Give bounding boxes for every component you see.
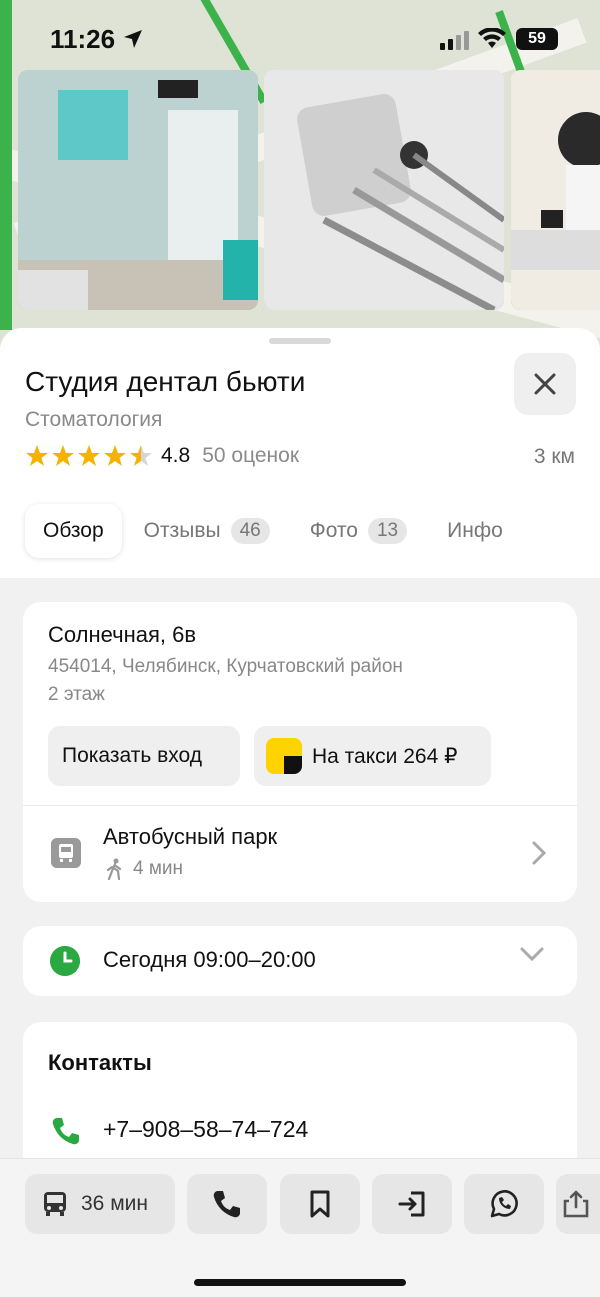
share-button[interactable] [556, 1174, 600, 1234]
location-arrow-icon [124, 30, 142, 48]
cellular-signal-icon [440, 31, 469, 50]
chevron-down-icon[interactable] [519, 946, 545, 962]
place-title: Студия дентал бьюти [25, 366, 306, 397]
tab-reviews[interactable]: Отзывы 46 [126, 504, 288, 558]
tab-photos[interactable]: Фото 13 [292, 504, 425, 558]
person-illustration [511, 70, 600, 310]
rating-value: 4.8 [161, 444, 191, 467]
phone-icon [52, 1118, 79, 1145]
photo-carousel[interactable] [0, 70, 600, 310]
address-card: Солнечная, 6в 454014, Челябинск, Курчато… [23, 602, 577, 902]
photos-count-badge: 13 [367, 518, 408, 544]
hours-card[interactable]: Сегодня 09:00–20:00 [23, 926, 577, 996]
half-star-icon [130, 445, 152, 466]
phone-icon [213, 1191, 240, 1218]
clock-icon [50, 946, 80, 976]
bus-icon [44, 1192, 66, 1216]
walk-time: 4 мин [133, 858, 184, 879]
taxi-button[interactable]: На такси 264 ₽ [254, 726, 491, 786]
share-icon [563, 1190, 589, 1218]
rating-row[interactable]: 4.8 50 оценок [25, 444, 299, 468]
tab-label: Фото [309, 519, 358, 542]
photo-dental-tools[interactable] [264, 70, 504, 310]
walk-time-row: 4 мин [105, 858, 183, 880]
bus-stop-icon [51, 838, 81, 868]
tab-overview[interactable]: Обзор [25, 504, 122, 558]
rating-stars [25, 444, 153, 468]
star-icon [78, 445, 100, 466]
battery-indicator: 59 [516, 28, 558, 50]
sheet-grabber[interactable] [269, 338, 331, 344]
place-card-sheet: Студия дентал бьюти Стоматология 4.8 50 … [0, 328, 600, 1297]
place-category: Стоматология [25, 408, 163, 431]
route-time: 36 мин [81, 1192, 148, 1215]
hours-text: Сегодня 09:00–20:00 [103, 947, 316, 972]
star-icon [52, 445, 74, 466]
close-icon [534, 373, 556, 395]
show-entrance-label: Показать вход [62, 744, 202, 767]
transit-stop-name[interactable]: Автобусный парк [103, 824, 277, 850]
contacts-title: Контакты [48, 1050, 152, 1075]
address-details: 454014, Челябинск, Курчатовский район [48, 656, 403, 677]
route-button[interactable]: 36 мин [25, 1174, 175, 1234]
star-icon [104, 445, 126, 466]
home-indicator [194, 1279, 406, 1286]
enter-icon [398, 1191, 425, 1217]
star-icon [26, 445, 48, 466]
place-header: Студия дентал бьюти Стоматология 4.8 50 … [0, 328, 600, 578]
chevron-right-icon[interactable] [531, 840, 547, 866]
wifi-icon [478, 28, 506, 48]
rating-count: 50 оценок [202, 444, 300, 467]
clinic-interior-illustration [18, 70, 258, 310]
tab-bar: Обзор Отзывы 46 Фото 13 Инфо [25, 504, 525, 558]
close-button[interactable] [514, 353, 576, 415]
tab-info[interactable]: Инфо [429, 504, 521, 558]
entrance-button[interactable] [372, 1174, 452, 1234]
address-floor: 2 этаж [48, 684, 105, 705]
distance: 3 км [533, 445, 575, 468]
bookmark-icon [310, 1190, 330, 1218]
dental-tools-illustration [264, 70, 504, 310]
photo-person[interactable] [511, 70, 600, 310]
taxi-logo-icon [266, 738, 302, 774]
status-bar: 11:26 59 [0, 0, 600, 80]
call-button[interactable] [187, 1174, 267, 1234]
phone-number[interactable]: +7‒908‒58‒74‒724 [103, 1116, 308, 1143]
status-time: 11:26 [50, 24, 116, 54]
whatsapp-icon [490, 1190, 518, 1218]
address-street[interactable]: Солнечная, 6в [48, 622, 196, 648]
action-bar: 36 мин [0, 1158, 600, 1297]
tab-label: Инфо [447, 519, 503, 542]
tab-label: Отзывы [143, 519, 221, 542]
walking-person-icon [106, 858, 122, 880]
taxi-label: На такси 264 ₽ [312, 744, 458, 768]
photo-clinic-interior[interactable] [18, 70, 258, 310]
whatsapp-button[interactable] [464, 1174, 544, 1234]
tab-label: Обзор [43, 519, 104, 542]
reviews-count-badge: 46 [230, 518, 270, 544]
show-entrance-button[interactable]: Показать вход [48, 726, 240, 786]
bookmark-button[interactable] [280, 1174, 360, 1234]
divider [23, 805, 577, 806]
